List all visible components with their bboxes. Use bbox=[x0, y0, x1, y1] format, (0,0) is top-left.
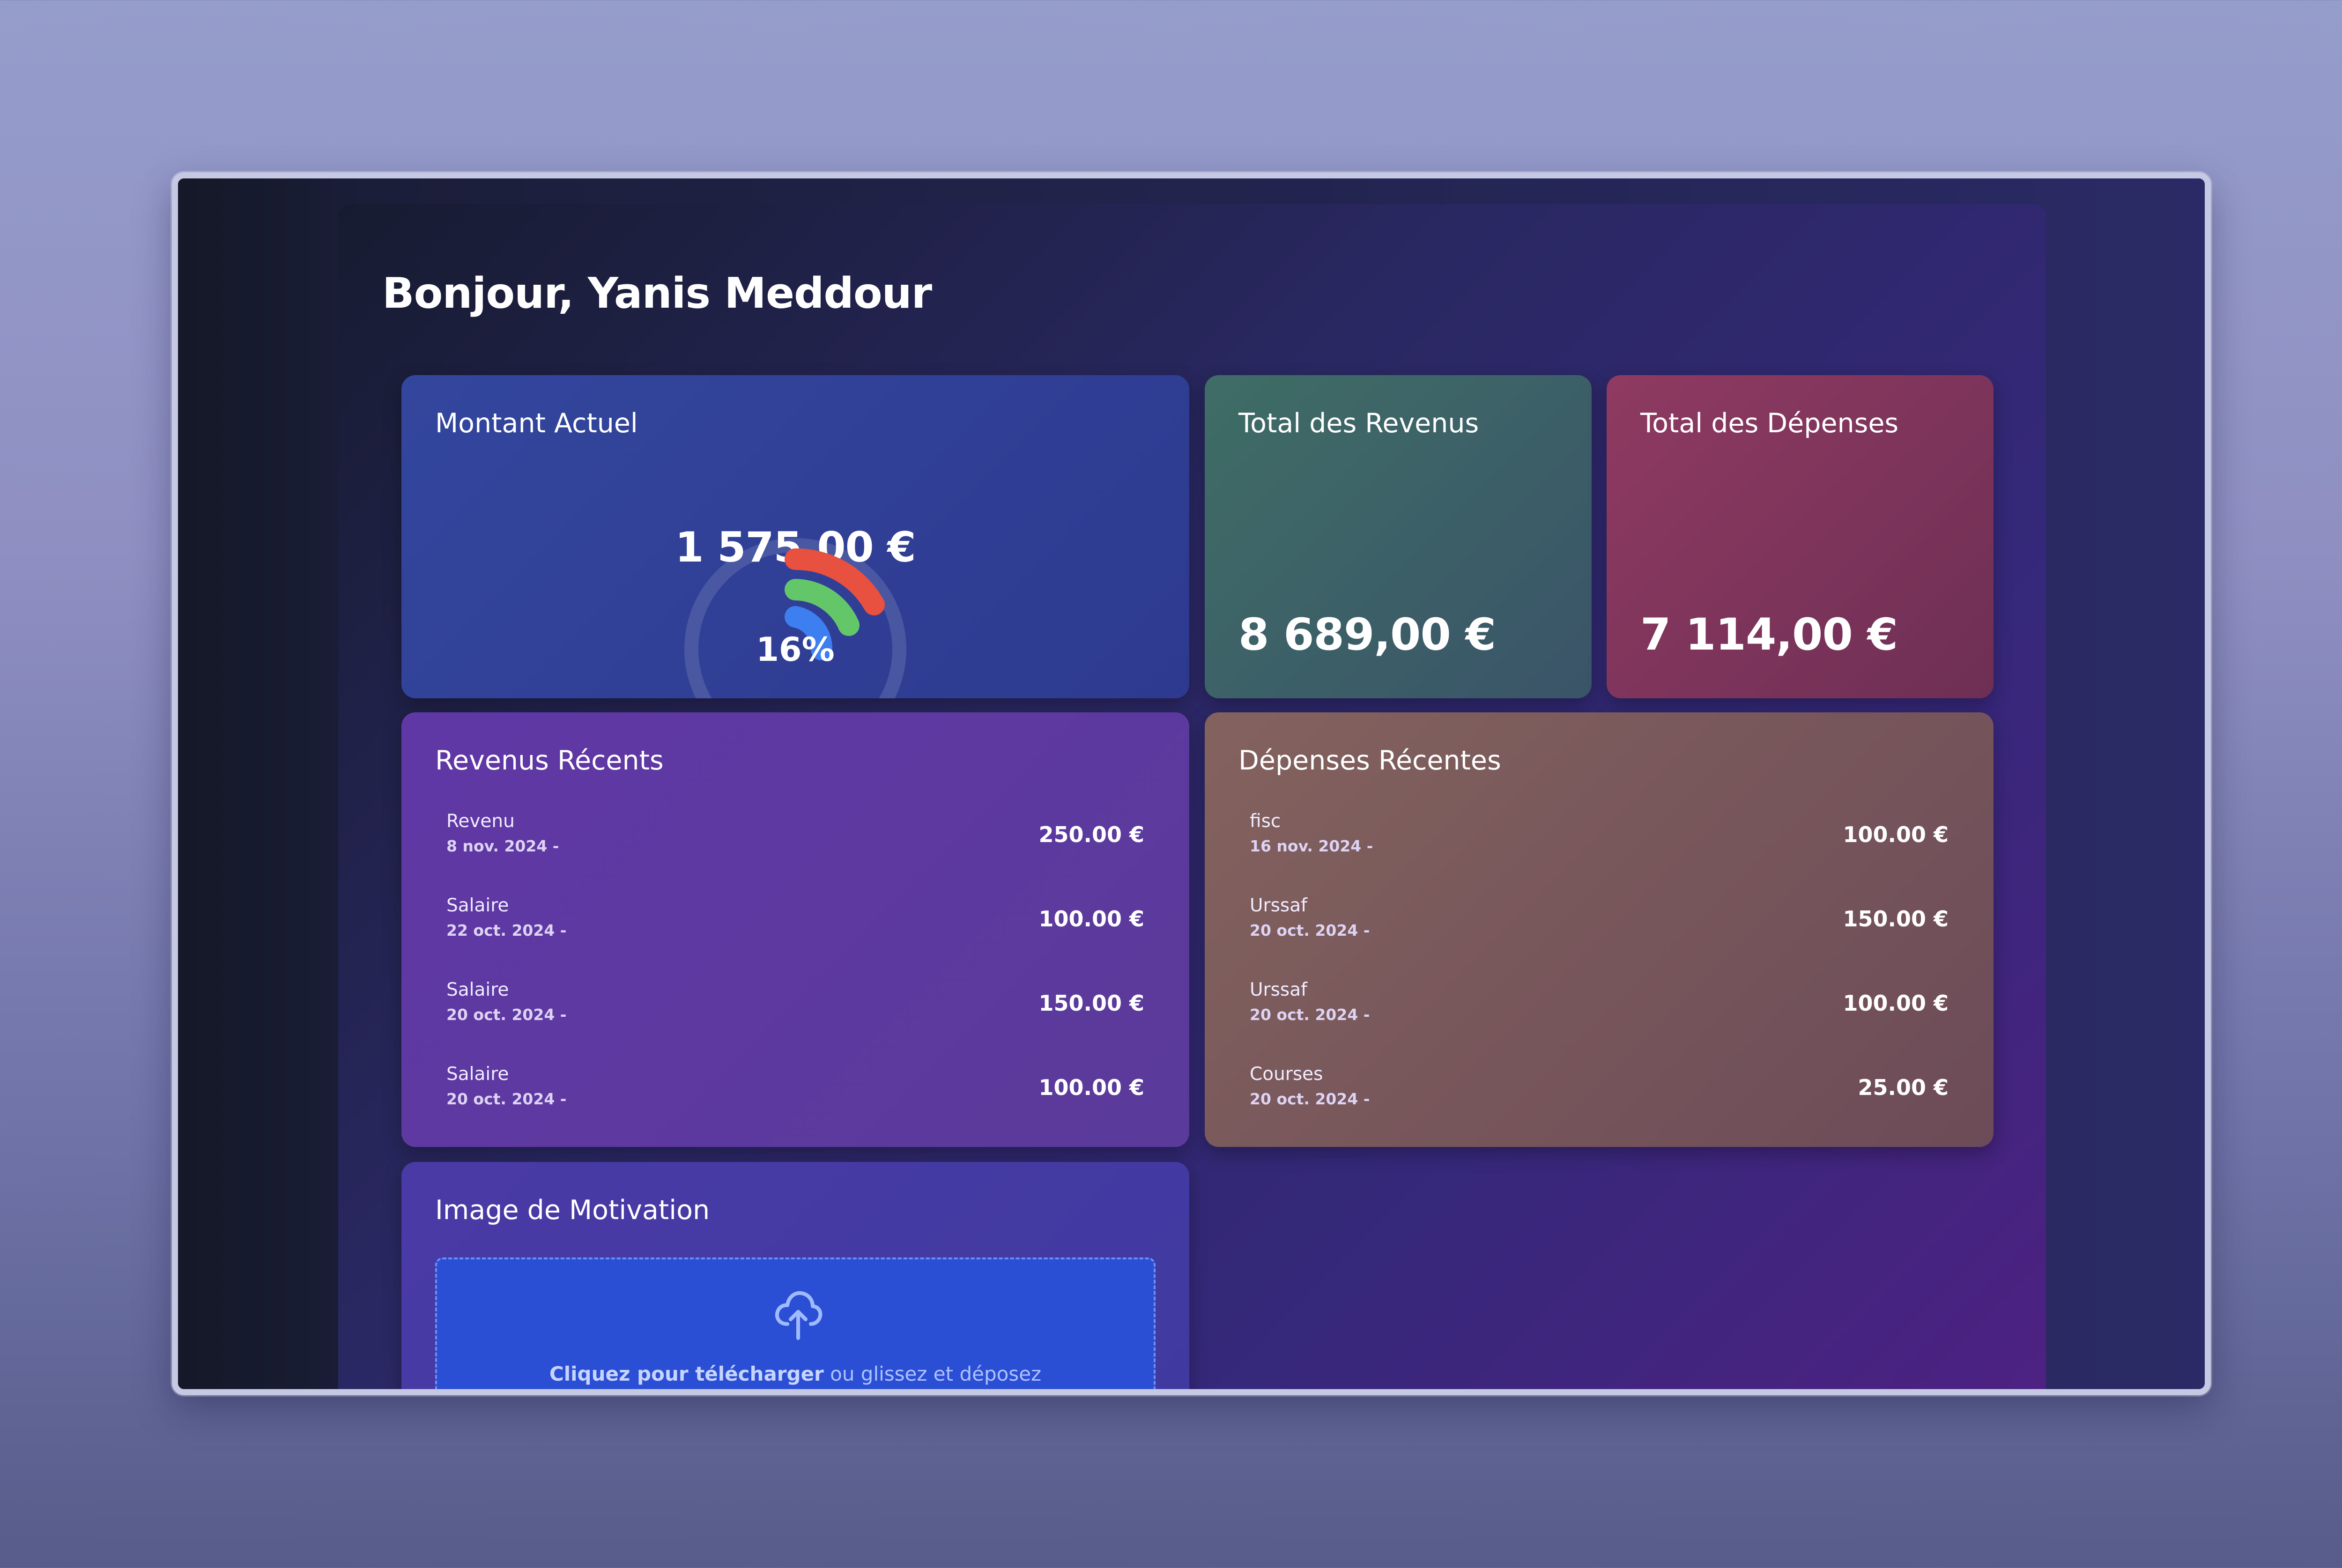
upload-instructions: Cliquez pour télécharger ou glissez et d… bbox=[437, 1362, 1154, 1385]
recent-income-list[interactable]: Revenu 8 nov. 2024 - 250.00 € Salaire 22… bbox=[446, 811, 1144, 1110]
total-income-card: Total des Revenus 8 689,00 € bbox=[1205, 375, 1592, 698]
transaction-date: 20 oct. 2024 - bbox=[446, 1090, 567, 1108]
total-expenses-card: Total des Dépenses 7 114,00 € bbox=[1607, 375, 1994, 698]
list-item: fisc 16 nov. 2024 - 100.00 € bbox=[1250, 811, 1949, 895]
recent-expenses-title: Dépenses Récentes bbox=[1238, 745, 1501, 776]
percentage-gauge bbox=[684, 538, 906, 698]
recent-income-title: Revenus Récents bbox=[435, 745, 664, 776]
transaction-label: Salaire bbox=[446, 1064, 509, 1085]
transaction-label: Courses bbox=[1250, 1064, 1323, 1085]
upload-dropzone[interactable]: Cliquez pour télécharger ou glissez et d… bbox=[435, 1257, 1156, 1389]
transaction-date: 20 oct. 2024 - bbox=[1250, 1090, 1370, 1108]
list-item: Urssaf 20 oct. 2024 - 150.00 € bbox=[1250, 895, 1949, 979]
list-item: Revenu 8 nov. 2024 - 250.00 € bbox=[446, 811, 1144, 895]
transaction-amount: 250.00 € bbox=[1038, 822, 1144, 847]
upload-hint: ou glissez et déposez bbox=[823, 1362, 1042, 1385]
transaction-date: 20 oct. 2024 - bbox=[446, 1006, 567, 1024]
transaction-date: 22 oct. 2024 - bbox=[446, 921, 567, 939]
motivation-image-title: Image de Motivation bbox=[435, 1195, 710, 1226]
transaction-amount: 100.00 € bbox=[1843, 822, 1949, 847]
transaction-amount: 150.00 € bbox=[1843, 906, 1949, 932]
list-item: Urssaf 20 oct. 2024 - 100.00 € bbox=[1250, 979, 1949, 1064]
upload-link[interactable]: Cliquez pour télécharger bbox=[549, 1362, 824, 1385]
total-income-title: Total des Revenus bbox=[1238, 408, 1479, 439]
transaction-amount: 100.00 € bbox=[1038, 906, 1144, 932]
recent-expenses-list[interactable]: fisc 16 nov. 2024 - 100.00 € Urssaf 20 o… bbox=[1250, 811, 1949, 1110]
recent-expenses-card: Dépenses Récentes fisc 16 nov. 2024 - 10… bbox=[1205, 712, 1994, 1147]
total-income-value: 8 689,00 € bbox=[1238, 609, 1496, 660]
percentage-label: 16% bbox=[756, 630, 835, 669]
recent-income-card: Revenus Récents Revenu 8 nov. 2024 - 250… bbox=[401, 712, 1189, 1147]
current-amount-title: Montant Actuel bbox=[435, 408, 638, 439]
transaction-date: 20 oct. 2024 - bbox=[1250, 1006, 1370, 1024]
transaction-date: 20 oct. 2024 - bbox=[1250, 921, 1370, 939]
transaction-amount: 25.00 € bbox=[1858, 1075, 1949, 1100]
app-window: Bonjour, Yanis Meddour Montant Actuel 1 … bbox=[172, 172, 2211, 1395]
transaction-label: fisc bbox=[1250, 811, 1281, 832]
list-item: Salaire 20 oct. 2024 - 150.00 € bbox=[446, 979, 1144, 1064]
transaction-amount: 100.00 € bbox=[1038, 1075, 1144, 1100]
list-item: Courses 20 oct. 2024 - 25.00 € bbox=[1250, 1064, 1949, 1110]
transaction-label: Salaire bbox=[446, 979, 509, 1000]
list-item: Salaire 22 oct. 2024 - 100.00 € bbox=[446, 895, 1144, 979]
transaction-label: Revenu bbox=[446, 811, 515, 832]
total-expenses-value: 7 114,00 € bbox=[1640, 609, 1898, 660]
cloud-upload-icon bbox=[775, 1291, 823, 1340]
transaction-amount: 100.00 € bbox=[1843, 991, 1949, 1016]
greeting-heading: Bonjour, Yanis Meddour bbox=[382, 269, 932, 318]
transaction-label: Urssaf bbox=[1250, 979, 1307, 1000]
transaction-amount: 150.00 € bbox=[1038, 991, 1144, 1016]
total-expenses-title: Total des Dépenses bbox=[1640, 408, 1899, 439]
current-amount-card: Montant Actuel 1 575,00 € 16% bbox=[401, 375, 1189, 698]
motivation-image-card: Image de Motivation Cliquez pour télécha… bbox=[401, 1162, 1189, 1389]
transaction-date: 16 nov. 2024 - bbox=[1250, 837, 1373, 855]
transaction-label: Urssaf bbox=[1250, 895, 1307, 916]
screen-background: Bonjour, Yanis Meddour Montant Actuel 1 … bbox=[178, 178, 2205, 1389]
list-item: Salaire 20 oct. 2024 - 100.00 € bbox=[446, 1064, 1144, 1110]
transaction-date: 8 nov. 2024 - bbox=[446, 837, 559, 855]
transaction-label: Salaire bbox=[446, 895, 509, 916]
